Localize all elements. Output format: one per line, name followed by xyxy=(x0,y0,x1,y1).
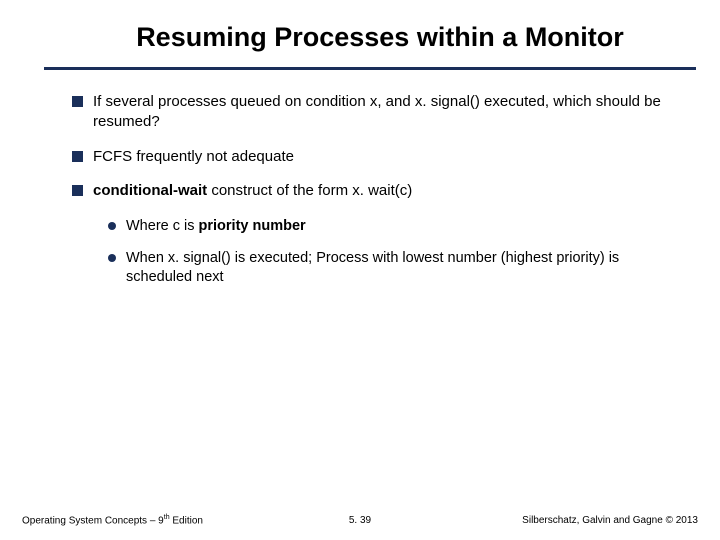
bullet-3: conditional-wait construct of the form x… xyxy=(72,181,670,201)
sub-1-pre: Where c is xyxy=(126,218,199,234)
sub-bullet-1: Where c is priority number xyxy=(108,217,670,237)
bullet-3-text: conditional-wait construct of the form x… xyxy=(93,181,670,201)
square-bullet-icon xyxy=(72,151,83,162)
footer-right: Silberschatz, Galvin and Gagne © 2013 xyxy=(473,515,698,526)
sub-2-text: When x. signal() is executed; Process wi… xyxy=(126,249,670,288)
sub-1-bold: priority number xyxy=(199,218,306,234)
footer-center: 5. 39 xyxy=(247,515,472,526)
bullet-1: If several processes queued on condition… xyxy=(72,92,670,133)
square-bullet-icon xyxy=(72,96,83,107)
sub-bullets: Where c is priority number When x. signa… xyxy=(72,215,670,288)
sub-bullet-2: When x. signal() is executed; Process wi… xyxy=(108,249,670,288)
footer-left-b: Edition xyxy=(170,515,203,526)
bullet-1-text: If several processes queued on condition… xyxy=(93,92,670,133)
slide: Resuming Processes within a Monitor If s… xyxy=(0,0,720,540)
square-bullet-icon xyxy=(72,185,83,196)
footer-left: Operating System Concepts – 9th Edition xyxy=(22,514,247,526)
bullet-3-bold: conditional-wait xyxy=(93,182,207,199)
bullet-2: FCFS frequently not adequate xyxy=(72,147,670,167)
slide-title: Resuming Processes within a Monitor xyxy=(0,0,720,67)
bullet-3-rest: construct of the form x. wait(c) xyxy=(207,182,412,199)
dot-bullet-icon xyxy=(108,254,116,262)
bullet-2-text: FCFS frequently not adequate xyxy=(93,147,670,167)
footer-left-a: Operating System Concepts – 9 xyxy=(22,515,164,526)
footer: Operating System Concepts – 9th Edition … xyxy=(0,514,720,526)
sub-1-text: Where c is priority number xyxy=(126,217,670,237)
content-area: If several processes queued on condition… xyxy=(0,70,720,288)
dot-bullet-icon xyxy=(108,222,116,230)
